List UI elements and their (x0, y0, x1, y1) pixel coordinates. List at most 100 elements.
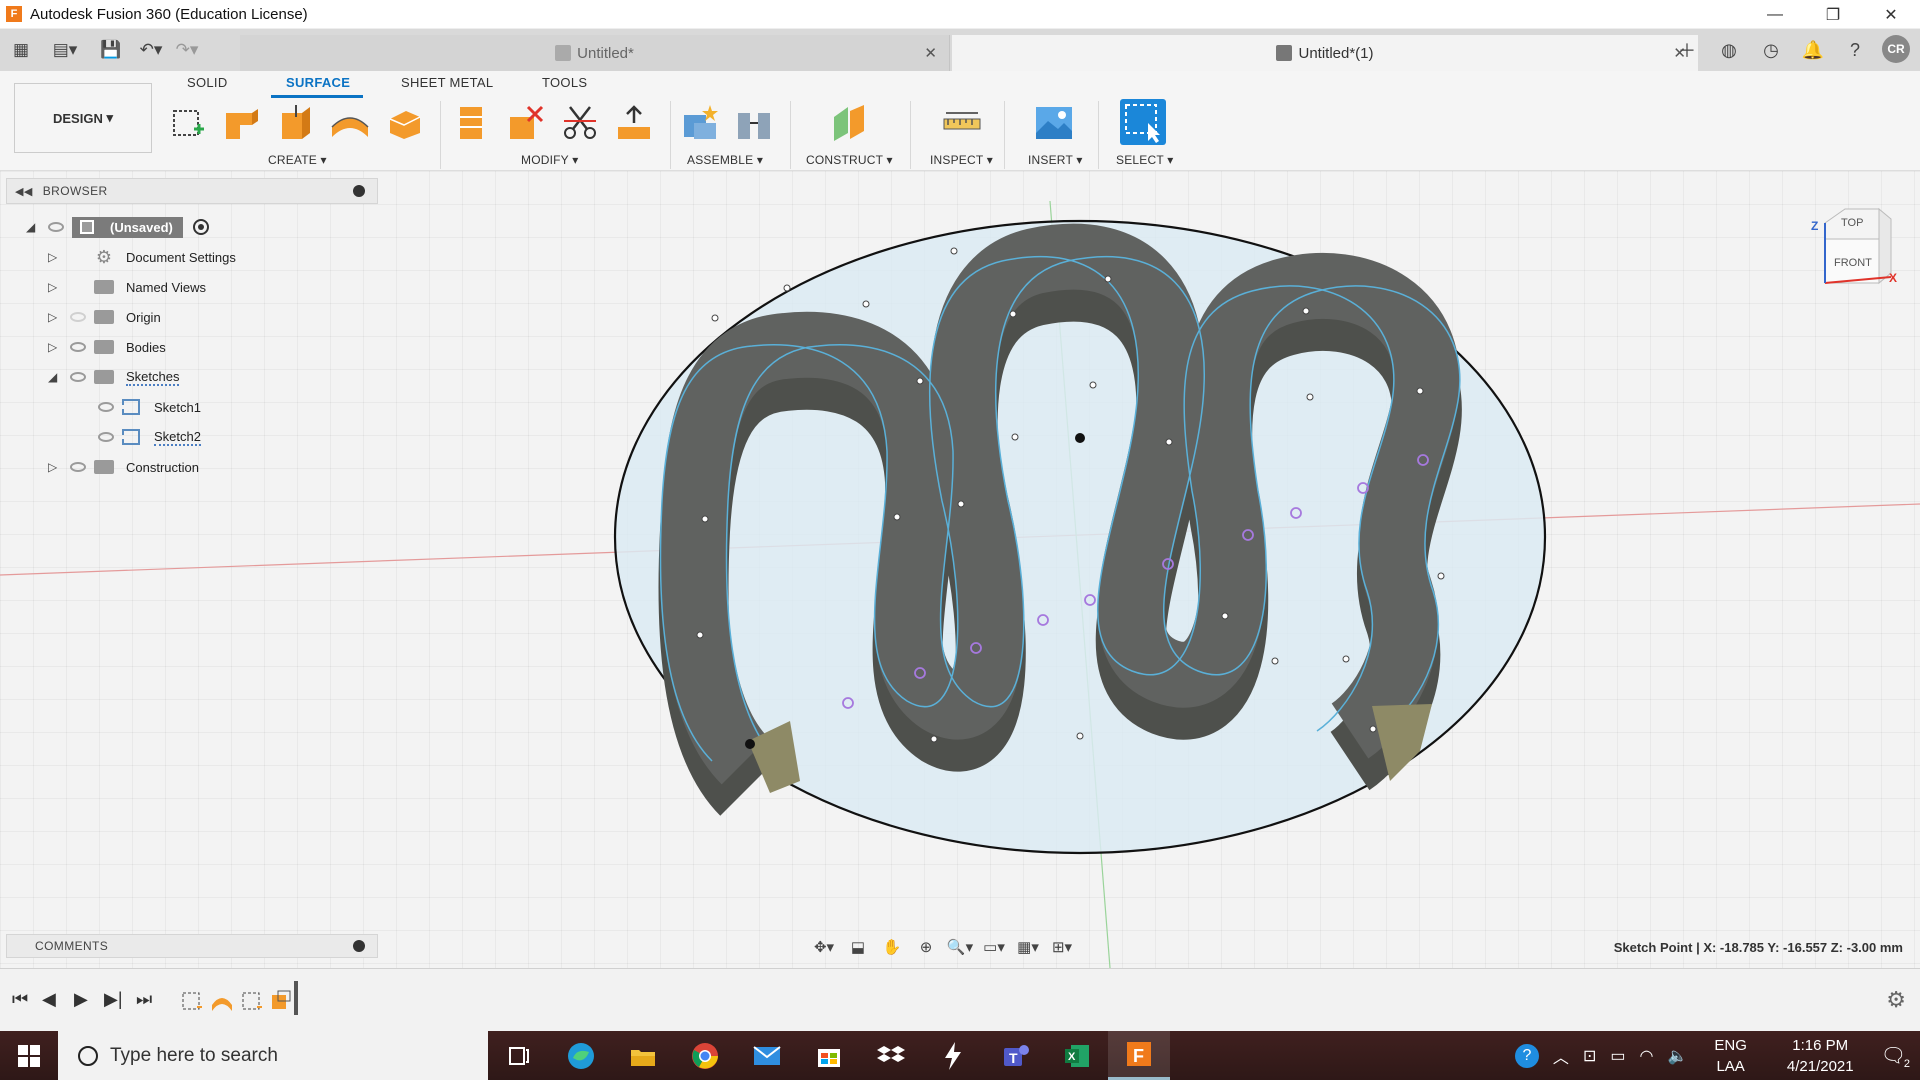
insert-group-label[interactable]: INSERT ▾ (1028, 153, 1083, 167)
browser-item-sketch2[interactable]: Sketch2 (90, 424, 201, 450)
panel-minimize-icon[interactable] (353, 185, 365, 197)
tab-solid[interactable]: SOLID (187, 75, 228, 90)
delete-face-icon[interactable] (506, 103, 546, 143)
close-button[interactable]: ✕ (1862, 0, 1920, 29)
create-group-label[interactable]: CREATE ▾ (268, 153, 327, 167)
undo-icon[interactable]: ↶▾ (136, 35, 166, 65)
visibility-eye-icon[interactable] (70, 342, 86, 352)
viewcube-top-face[interactable]: TOP (1841, 217, 1863, 229)
browser-item-bodies[interactable]: ▷ Bodies (48, 334, 166, 360)
file-explorer-icon[interactable] (612, 1031, 674, 1080)
visibility-eye-icon[interactable] (70, 462, 86, 472)
create-sketch-icon[interactable] (168, 103, 208, 143)
timeline-sweep-icon[interactable] (210, 989, 234, 1013)
document-tab-untitled[interactable]: Untitled* ✕ (240, 35, 950, 71)
extend-icon[interactable] (614, 103, 654, 143)
expanded-triangle-icon[interactable]: ◢ (26, 220, 40, 234)
visibility-eye-icon[interactable] (48, 222, 64, 232)
timeline-sketch-icon[interactable] (240, 989, 264, 1013)
selected-sketch-point[interactable] (745, 739, 755, 749)
save-icon[interactable]: 💾 (96, 35, 126, 65)
visibility-eye-icon[interactable] (70, 372, 86, 382)
collapsed-triangle-icon[interactable]: ▷ (48, 250, 62, 264)
visibility-eye-icon[interactable] (98, 402, 114, 412)
windows-start-icon[interactable] (0, 1031, 58, 1080)
timeline-settings-gear-icon[interactable]: ⚙ (1886, 987, 1906, 1013)
assemble-group-label[interactable]: ASSEMBLE ▾ (687, 153, 763, 167)
workspace-switcher[interactable]: DESIGN ▾ (14, 83, 152, 153)
document-tab-untitled-1[interactable]: Untitled*(1) ✕ (952, 35, 1698, 71)
root-component[interactable]: (Unsaved) (72, 216, 183, 238)
fusion-360-taskbar-icon[interactable]: F (1108, 1031, 1170, 1080)
fit-zoom-icon[interactable]: 🔍▾ (946, 936, 974, 958)
taskbar-clock[interactable]: 1:16 PM 4/21/2021 (1787, 1035, 1854, 1077)
insert-canvas-image-icon[interactable] (1034, 103, 1074, 143)
revolve-icon[interactable] (276, 103, 316, 143)
mail-icon[interactable] (736, 1031, 798, 1080)
new-tab-plus-icon[interactable]: ＋ (1672, 35, 1702, 65)
construct-group-label[interactable]: CONSTRUCT ▾ (806, 153, 893, 167)
panel-expand-icon[interactable] (353, 940, 365, 952)
job-status-clock-icon[interactable]: ◷ (1756, 35, 1786, 65)
file-menu-icon[interactable]: ▤▾ (50, 35, 80, 65)
user-avatar[interactable]: CR (1882, 35, 1910, 63)
battery-icon[interactable]: ▭ (1610, 1046, 1625, 1066)
teams-icon[interactable]: T (984, 1031, 1046, 1080)
collapsed-triangle-icon[interactable]: ▷ (48, 340, 62, 354)
sweep-icon[interactable] (330, 103, 370, 143)
taskbar-search-box[interactable]: Type here to search (58, 1031, 488, 1080)
extrude-icon[interactable] (222, 103, 262, 143)
view-cube[interactable]: TOP FRONT Z X (1811, 205, 1897, 295)
browser-header[interactable]: ◀◀ BROWSER (6, 178, 378, 204)
notification-center-icon[interactable]: 🗨 2 (1881, 1043, 1910, 1070)
tab-sheet-metal[interactable]: SHEET METAL (401, 75, 493, 90)
browser-item-sketches[interactable]: ◢ Sketches (48, 364, 180, 390)
collapsed-triangle-icon[interactable]: ▷ (48, 310, 62, 324)
edge-browser-icon[interactable] (550, 1031, 612, 1080)
origin-point[interactable] (1075, 433, 1085, 443)
orbit-icon[interactable]: ✥▾ (810, 936, 838, 958)
restore-button[interactable]: ❐ (1804, 0, 1862, 29)
look-at-icon[interactable]: ⬓ (844, 936, 872, 958)
visibility-eye-icon[interactable] (70, 312, 86, 322)
show-hidden-icons-chevron-icon[interactable]: ︿ (1553, 1044, 1569, 1068)
step-back-icon[interactable]: ◀ (42, 989, 56, 1010)
zoom-icon[interactable]: ⊕ (912, 936, 940, 958)
minimize-button[interactable]: — (1746, 0, 1804, 29)
activate-component-icon[interactable] (192, 219, 209, 235)
data-panel-grid-icon[interactable]: ▦ (6, 35, 36, 65)
viewports-icon[interactable]: ⊞▾ (1048, 936, 1076, 958)
visibility-eye-icon[interactable] (98, 432, 114, 442)
notifications-bell-icon[interactable]: 🔔 (1798, 35, 1828, 65)
collapsed-triangle-icon[interactable]: ▷ (48, 280, 62, 294)
collapse-panel-icon[interactable]: ◀◀ (15, 185, 33, 198)
dropbox-icon[interactable] (860, 1031, 922, 1080)
volume-icon[interactable]: 🔈 (1667, 1046, 1687, 1066)
measure-icon[interactable] (942, 103, 982, 143)
chrome-browser-icon[interactable] (674, 1031, 736, 1080)
go-to-end-icon[interactable]: ⏭ (136, 989, 152, 1010)
browser-item-construction[interactable]: ▷ Construction (48, 454, 199, 480)
tab-surface[interactable]: SURFACE (286, 75, 350, 90)
comments-panel[interactable]: COMMENTS (6, 934, 378, 958)
browser-item-origin[interactable]: ▷ Origin (48, 304, 161, 330)
select-group-label[interactable]: SELECT ▾ (1116, 153, 1173, 167)
grid-settings-icon[interactable]: ▦▾ (1014, 936, 1042, 958)
press-pull-icon[interactable] (452, 103, 492, 143)
joint-icon[interactable] (734, 103, 774, 143)
browser-item-document-settings[interactable]: ▷ ⚙ Document Settings (48, 244, 236, 270)
modify-group-label[interactable]: MODIFY ▾ (521, 153, 578, 167)
collapsed-triangle-icon[interactable]: ▷ (48, 460, 62, 474)
browser-item-sketch1[interactable]: Sketch1 (90, 394, 201, 420)
select-window-icon[interactable] (1120, 99, 1166, 145)
browser-item-named-views[interactable]: ▷ Named Views (48, 274, 206, 300)
go-to-start-icon[interactable]: ⏮ (12, 989, 28, 1010)
extensions-icon[interactable]: ◍ (1714, 35, 1744, 65)
timeline-sketch-icon[interactable] (180, 989, 204, 1013)
redo-icon[interactable]: ↷▾ (172, 35, 202, 65)
timeline-loft-icon[interactable] (270, 989, 294, 1013)
tab-tools[interactable]: TOOLS (542, 75, 587, 90)
input-language[interactable]: ENG LAA (1714, 1035, 1747, 1077)
viewcube-front-face[interactable]: FRONT (1834, 257, 1872, 269)
pan-hand-icon[interactable]: ✋ (878, 936, 906, 958)
